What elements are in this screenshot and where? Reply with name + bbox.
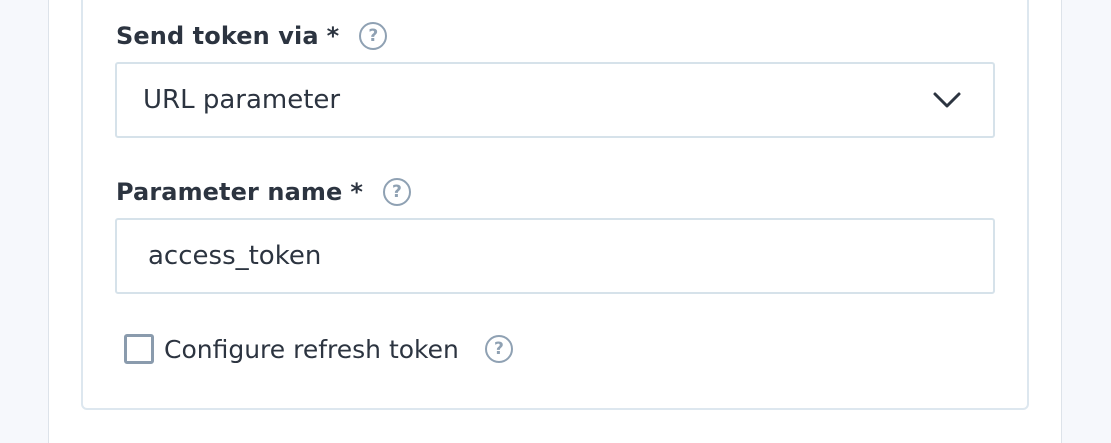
refresh-token-checkbox[interactable] — [124, 334, 154, 364]
help-icon[interactable]: ? — [484, 335, 513, 363]
send-token-label: Send token via — [116, 22, 319, 50]
send-token-selected-value: URL parameter — [143, 85, 341, 115]
required-marker: * — [326, 22, 340, 50]
send-token-label-row: Send token via * ? — [116, 22, 388, 50]
required-marker: * — [350, 178, 364, 206]
help-icon[interactable]: ? — [383, 178, 412, 206]
parameter-name-label-row: Parameter name * ? — [116, 178, 412, 206]
chevron-down-icon[interactable] — [927, 80, 967, 120]
refresh-token-label[interactable]: Configure refresh token — [164, 335, 459, 364]
refresh-token-row: Configure refresh token ? — [124, 334, 513, 364]
parameter-name-label: Parameter name — [116, 178, 343, 206]
help-icon[interactable]: ? — [359, 22, 388, 50]
parameter-name-input[interactable]: access_token — [115, 218, 995, 294]
parameter-name-value: access_token — [148, 241, 322, 271]
send-token-select[interactable]: URL parameter — [115, 62, 995, 138]
